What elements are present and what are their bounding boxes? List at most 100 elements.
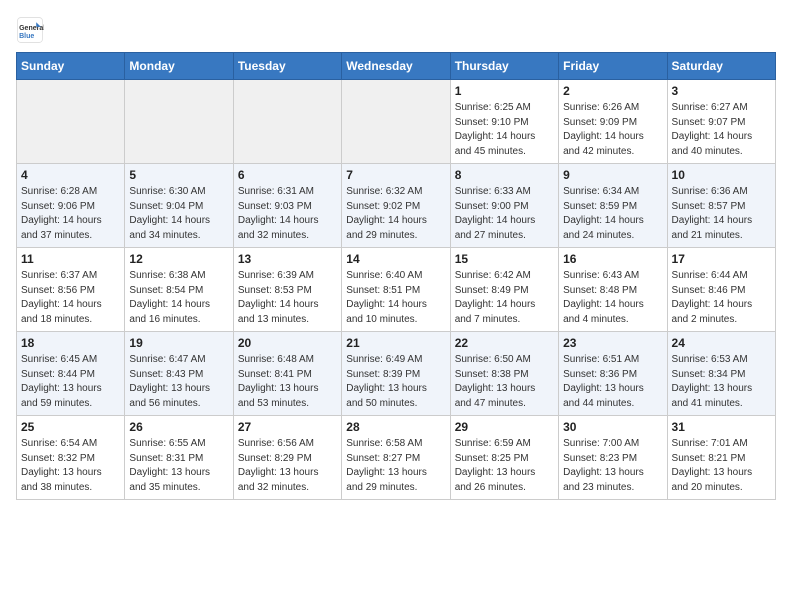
day-number: 7: [346, 168, 445, 182]
day-number: 11: [21, 252, 120, 266]
calendar-week-row: 1Sunrise: 6:25 AM Sunset: 9:10 PM Daylig…: [17, 80, 776, 164]
day-number: 10: [672, 168, 771, 182]
calendar-cell: 19 Sunrise: 6:47 AM Sunset: 8:43 PM Dayli…: [125, 332, 233, 416]
calendar-week-row: 4Sunrise: 6:28 AM Sunset: 9:06 PM Daylig…: [17, 164, 776, 248]
day-number: 20: [238, 336, 337, 350]
day-info: Sunrise: 6:55 AM Sunset: 8:31 PM Dayligh…: [129, 437, 228, 495]
calendar-cell: 20 Sunrise: 6:48 AM Sunset: 8:41 PM Dayli…: [233, 332, 341, 416]
day-info: Sunrise: 6:54 AM Sunset: 8:32 PM Dayligh…: [21, 437, 120, 495]
day-info: Sunrise: 6:59 AM Sunset: 8:25 PM Dayligh…: [455, 437, 554, 495]
calendar-cell: 27 Sunrise: 6:56 AM Sunset: 8:29 PM Dayli…: [233, 416, 341, 500]
day-info: Sunrise: 6:31 AM Sunset: 9:03 PM Dayligh…: [238, 185, 337, 243]
logo-icon: General Blue: [16, 16, 44, 44]
day-info: Sunrise: 6:38 AM Sunset: 8:54 PM Dayligh…: [129, 269, 228, 327]
day-number: 31: [672, 420, 771, 434]
calendar-cell: 24Sunrise: 6:53 AM Sunset: 8:34 PM Dayli…: [667, 332, 775, 416]
calendar-week-row: 11 Sunrise: 6:37 AM Sunset: 8:56 PM Dayli…: [17, 248, 776, 332]
calendar-cell: 2 Sunrise: 6:26 AM Sunset: 9:09 PM Daylig…: [559, 80, 667, 164]
day-number: 27: [238, 420, 337, 434]
calendar-cell: 11 Sunrise: 6:37 AM Sunset: 8:56 PM Dayli…: [17, 248, 125, 332]
day-info: Sunrise: 7:01 AM Sunset: 8:21 PM Dayligh…: [672, 437, 771, 495]
day-number: 22: [455, 336, 554, 350]
calendar-cell: [233, 80, 341, 164]
day-info: Sunrise: 6:40 AM Sunset: 8:51 PM Dayligh…: [346, 269, 445, 327]
calendar-cell: 4Sunrise: 6:28 AM Sunset: 9:06 PM Daylig…: [17, 164, 125, 248]
day-info: Sunrise: 6:39 AM Sunset: 8:53 PM Dayligh…: [238, 269, 337, 327]
day-number: 28: [346, 420, 445, 434]
calendar-cell: 5Sunrise: 6:30 AM Sunset: 9:04 PM Daylig…: [125, 164, 233, 248]
calendar-day-header: Friday: [559, 53, 667, 80]
calendar-day-header: Sunday: [17, 53, 125, 80]
calendar-day-header: Tuesday: [233, 53, 341, 80]
day-number: 21: [346, 336, 445, 350]
calendar-cell: 6 Sunrise: 6:31 AM Sunset: 9:03 PM Daylig…: [233, 164, 341, 248]
calendar-cell: 8Sunrise: 6:33 AM Sunset: 9:00 PM Daylig…: [450, 164, 558, 248]
calendar-week-row: 18 Sunrise: 6:45 AM Sunset: 8:44 PM Dayli…: [17, 332, 776, 416]
day-info: Sunrise: 6:44 AM Sunset: 8:46 PM Dayligh…: [672, 269, 771, 327]
logo: General Blue: [16, 16, 48, 44]
calendar-week-row: 25Sunrise: 6:54 AM Sunset: 8:32 PM Dayli…: [17, 416, 776, 500]
calendar-cell: 30 Sunrise: 7:00 AM Sunset: 8:23 PM Dayli…: [559, 416, 667, 500]
calendar-cell: 12Sunrise: 6:38 AM Sunset: 8:54 PM Dayli…: [125, 248, 233, 332]
calendar-table: SundayMondayTuesdayWednesdayThursdayFrid…: [16, 52, 776, 500]
day-info: Sunrise: 6:45 AM Sunset: 8:44 PM Dayligh…: [21, 353, 120, 411]
day-number: 18: [21, 336, 120, 350]
day-info: Sunrise: 6:36 AM Sunset: 8:57 PM Dayligh…: [672, 185, 771, 243]
day-info: Sunrise: 6:51 AM Sunset: 8:36 PM Dayligh…: [563, 353, 662, 411]
calendar-cell: [342, 80, 450, 164]
calendar-cell: 13Sunrise: 6:39 AM Sunset: 8:53 PM Dayli…: [233, 248, 341, 332]
calendar-cell: [17, 80, 125, 164]
day-number: 17: [672, 252, 771, 266]
svg-text:General: General: [19, 25, 44, 32]
calendar-cell: 18 Sunrise: 6:45 AM Sunset: 8:44 PM Dayli…: [17, 332, 125, 416]
day-number: 6: [238, 168, 337, 182]
day-info: Sunrise: 6:47 AM Sunset: 8:43 PM Dayligh…: [129, 353, 228, 411]
calendar-cell: 16Sunrise: 6:43 AM Sunset: 8:48 PM Dayli…: [559, 248, 667, 332]
day-info: Sunrise: 6:33 AM Sunset: 9:00 PM Dayligh…: [455, 185, 554, 243]
calendar-cell: 7 Sunrise: 6:32 AM Sunset: 9:02 PM Daylig…: [342, 164, 450, 248]
day-info: Sunrise: 6:56 AM Sunset: 8:29 PM Dayligh…: [238, 437, 337, 495]
calendar-cell: 26 Sunrise: 6:55 AM Sunset: 8:31 PM Dayli…: [125, 416, 233, 500]
day-info: Sunrise: 6:50 AM Sunset: 8:38 PM Dayligh…: [455, 353, 554, 411]
day-number: 30: [563, 420, 662, 434]
calendar-cell: 29 Sunrise: 6:59 AM Sunset: 8:25 PM Dayli…: [450, 416, 558, 500]
day-info: Sunrise: 6:27 AM Sunset: 9:07 PM Dayligh…: [672, 101, 771, 159]
day-number: 3: [672, 84, 771, 98]
page-header: General Blue: [16, 16, 776, 44]
calendar-cell: 10 Sunrise: 6:36 AM Sunset: 8:57 PM Dayli…: [667, 164, 775, 248]
day-info: Sunrise: 6:34 AM Sunset: 8:59 PM Dayligh…: [563, 185, 662, 243]
day-info: Sunrise: 6:48 AM Sunset: 8:41 PM Dayligh…: [238, 353, 337, 411]
calendar-day-header: Saturday: [667, 53, 775, 80]
calendar-cell: 28 Sunrise: 6:58 AM Sunset: 8:27 PM Dayli…: [342, 416, 450, 500]
calendar-day-header: Wednesday: [342, 53, 450, 80]
svg-text:Blue: Blue: [19, 33, 34, 40]
day-number: 23: [563, 336, 662, 350]
day-number: 19: [129, 336, 228, 350]
day-info: Sunrise: 6:58 AM Sunset: 8:27 PM Dayligh…: [346, 437, 445, 495]
calendar-cell: 9 Sunrise: 6:34 AM Sunset: 8:59 PM Daylig…: [559, 164, 667, 248]
day-info: Sunrise: 6:53 AM Sunset: 8:34 PM Dayligh…: [672, 353, 771, 411]
calendar-cell: 25Sunrise: 6:54 AM Sunset: 8:32 PM Dayli…: [17, 416, 125, 500]
calendar-cell: 3 Sunrise: 6:27 AM Sunset: 9:07 PM Daylig…: [667, 80, 775, 164]
calendar-cell: 23 Sunrise: 6:51 AM Sunset: 8:36 PM Dayli…: [559, 332, 667, 416]
day-number: 14: [346, 252, 445, 266]
day-info: Sunrise: 6:49 AM Sunset: 8:39 PM Dayligh…: [346, 353, 445, 411]
day-number: 26: [129, 420, 228, 434]
day-number: 29: [455, 420, 554, 434]
calendar-cell: 14 Sunrise: 6:40 AM Sunset: 8:51 PM Dayli…: [342, 248, 450, 332]
calendar-cell: 15 Sunrise: 6:42 AM Sunset: 8:49 PM Dayli…: [450, 248, 558, 332]
day-number: 15: [455, 252, 554, 266]
calendar-cell: 1Sunrise: 6:25 AM Sunset: 9:10 PM Daylig…: [450, 80, 558, 164]
day-number: 4: [21, 168, 120, 182]
day-number: 9: [563, 168, 662, 182]
day-info: Sunrise: 7:00 AM Sunset: 8:23 PM Dayligh…: [563, 437, 662, 495]
calendar-day-header: Thursday: [450, 53, 558, 80]
day-info: Sunrise: 6:37 AM Sunset: 8:56 PM Dayligh…: [21, 269, 120, 327]
calendar-header-row: SundayMondayTuesdayWednesdayThursdayFrid…: [17, 53, 776, 80]
day-info: Sunrise: 6:42 AM Sunset: 8:49 PM Dayligh…: [455, 269, 554, 327]
day-info: Sunrise: 6:32 AM Sunset: 9:02 PM Dayligh…: [346, 185, 445, 243]
day-number: 2: [563, 84, 662, 98]
day-number: 16: [563, 252, 662, 266]
day-info: Sunrise: 6:26 AM Sunset: 9:09 PM Dayligh…: [563, 101, 662, 159]
calendar-day-header: Monday: [125, 53, 233, 80]
